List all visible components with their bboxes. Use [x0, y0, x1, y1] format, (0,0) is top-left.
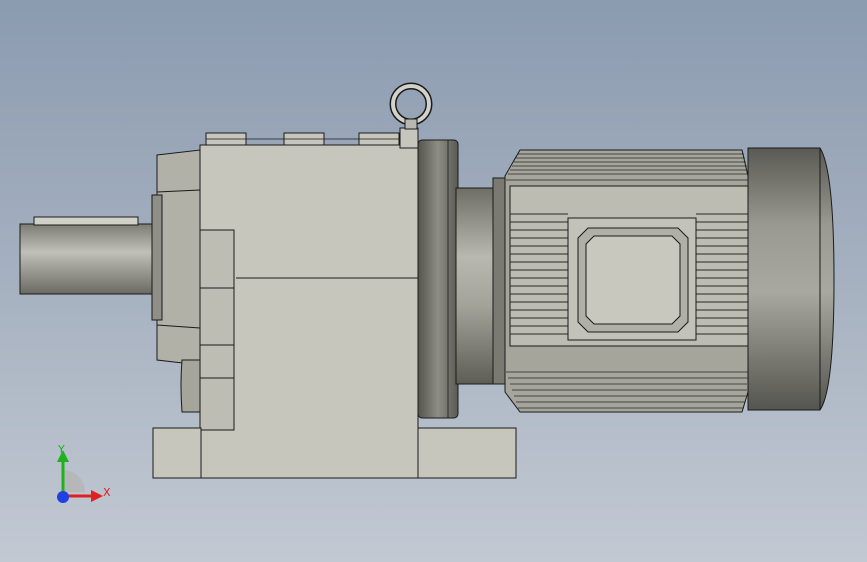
- y-axis-label: Y: [58, 443, 65, 456]
- coordinate-triad: [57, 450, 103, 503]
- triad-xy-plane: [63, 470, 85, 492]
- lifting-eye-bolt[interactable]: [389, 82, 433, 130]
- z-axis-dot: [57, 491, 69, 503]
- gearbox-housing[interactable]: [199, 127, 419, 479]
- gearbox-front-cover[interactable]: [151, 149, 201, 413]
- fan-cover[interactable]: [747, 147, 835, 411]
- x-axis-label: X: [103, 486, 111, 499]
- graphics-viewport[interactable]: Y X: [0, 0, 867, 562]
- gear-motor-model[interactable]: [0, 0, 867, 562]
- motor-body[interactable]: [504, 149, 749, 413]
- output-shaft[interactable]: [19, 216, 153, 295]
- terminal-box[interactable]: [567, 217, 697, 341]
- x-axis-arrowhead: [91, 490, 103, 502]
- motor-adapter-flange[interactable]: [417, 139, 506, 419]
